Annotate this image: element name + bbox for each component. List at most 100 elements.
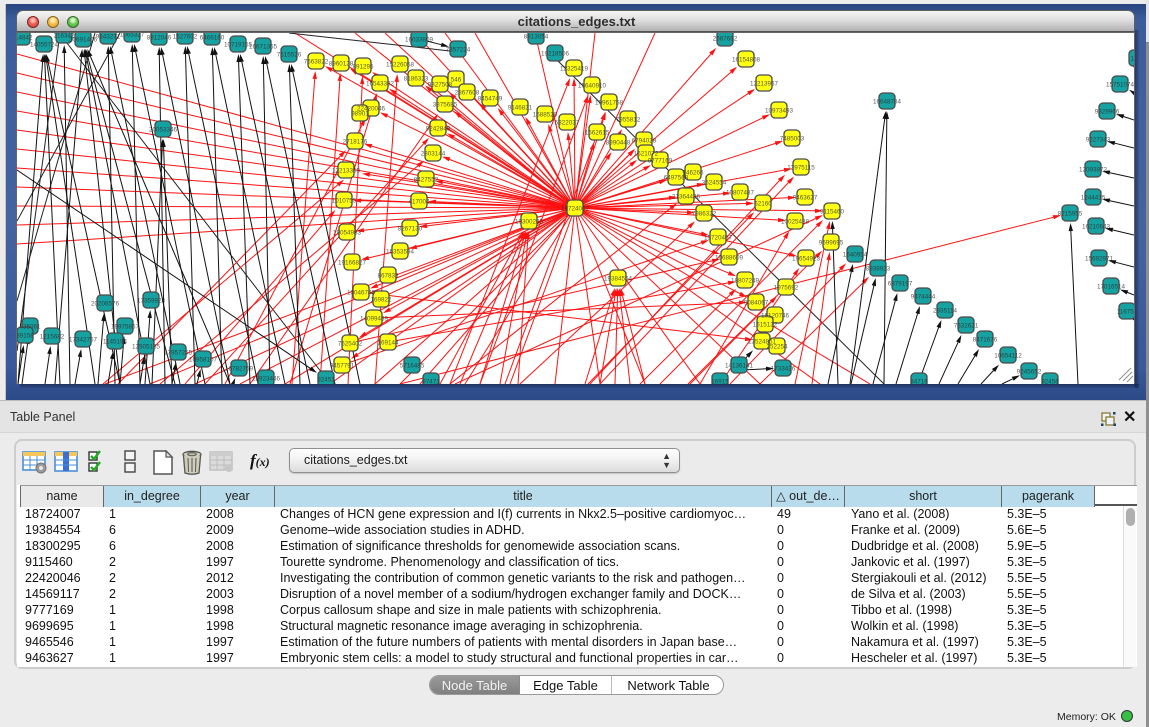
svg-text:1562615: 1562615 xyxy=(585,130,610,137)
svg-text:3624554: 3624554 xyxy=(702,180,727,187)
svg-text:12505135: 12505135 xyxy=(132,344,161,351)
svg-text:9643271: 9643271 xyxy=(96,34,121,41)
svg-text:1621072: 1621072 xyxy=(634,151,659,158)
svg-text:16120746: 16120746 xyxy=(761,313,790,320)
svg-text:169822: 169822 xyxy=(370,297,392,304)
svg-text:10973493: 10973493 xyxy=(765,108,794,115)
svg-text:2803144: 2803144 xyxy=(421,151,446,158)
svg-text:8471676: 8471676 xyxy=(973,337,998,344)
svg-text:8267130: 8267130 xyxy=(398,226,423,233)
svg-text:20206576: 20206576 xyxy=(91,301,120,308)
svg-text:8186323: 8186323 xyxy=(404,76,429,83)
svg-text:1527602: 1527602 xyxy=(173,34,198,41)
svg-text:16353594: 16353594 xyxy=(386,249,415,256)
svg-text:9245652: 9245652 xyxy=(1017,369,1042,376)
svg-text:62160: 62160 xyxy=(754,201,772,208)
svg-text:8813054: 8813054 xyxy=(524,34,549,41)
svg-text:12213369: 12213369 xyxy=(332,168,361,175)
svg-text:891295: 891295 xyxy=(352,64,374,71)
svg-text:14055724: 14055724 xyxy=(30,42,59,49)
svg-text:5322037: 5322037 xyxy=(555,120,580,127)
svg-text:19300295: 19300295 xyxy=(515,219,544,226)
svg-text:17342757: 17342757 xyxy=(69,337,98,344)
svg-text:1733426: 1733426 xyxy=(771,366,796,373)
svg-text:867833: 867833 xyxy=(377,273,399,280)
svg-text:10046746: 10046746 xyxy=(347,290,376,297)
svg-text:1215682: 1215682 xyxy=(40,334,65,341)
svg-text:546: 546 xyxy=(451,77,462,84)
svg-text:6794028: 6794028 xyxy=(632,138,657,145)
svg-text:9457791: 9457791 xyxy=(330,363,355,370)
svg-text:12923446: 12923446 xyxy=(252,376,281,383)
svg-text:2867608: 2867608 xyxy=(455,90,480,97)
svg-text:18807249: 18807249 xyxy=(731,278,760,285)
svg-text:16033809: 16033809 xyxy=(405,37,434,44)
svg-text:7632621: 7632621 xyxy=(954,323,979,330)
svg-text:8427552: 8427552 xyxy=(414,177,439,184)
svg-text:7625402: 7625402 xyxy=(338,341,363,348)
svg-text:1640954: 1640954 xyxy=(843,252,868,259)
svg-text:20691406: 20691406 xyxy=(69,37,98,44)
svg-text:169144: 169144 xyxy=(377,340,399,347)
svg-text:15226058: 15226058 xyxy=(386,62,415,69)
svg-text:1588520: 1588520 xyxy=(533,112,558,119)
svg-text:9327508: 9327508 xyxy=(428,82,453,89)
svg-text:19218506: 19218506 xyxy=(541,51,570,58)
svg-text:9115460: 9115460 xyxy=(820,209,845,216)
svg-text:15692971: 15692971 xyxy=(1085,256,1114,263)
svg-text:746266: 746266 xyxy=(682,170,704,177)
svg-text:5716485: 5716485 xyxy=(400,363,425,370)
svg-text:8215955: 8215955 xyxy=(1058,211,1083,218)
svg-text:8990448: 8990448 xyxy=(606,140,631,147)
svg-text:10807487: 10807487 xyxy=(726,190,755,197)
svg-text:92451: 92451 xyxy=(317,377,335,384)
svg-text:16671355: 16671355 xyxy=(249,44,278,51)
svg-text:10958107: 10958107 xyxy=(189,357,218,364)
svg-text:8960128: 8960128 xyxy=(329,61,354,68)
svg-text:417004: 417004 xyxy=(408,199,430,206)
svg-text:252254: 252254 xyxy=(766,344,788,351)
svg-text:9242848: 9242848 xyxy=(426,126,451,133)
svg-text:16543382: 16543382 xyxy=(366,81,395,88)
svg-text:19166827: 19166827 xyxy=(338,260,367,267)
svg-text:9463627: 9463627 xyxy=(793,195,818,202)
svg-text:1145194: 1145194 xyxy=(103,339,128,346)
svg-text:1975692: 1975692 xyxy=(774,285,799,292)
svg-text:21364436: 21364436 xyxy=(672,194,701,201)
svg-text:116753: 116753 xyxy=(1117,309,1134,316)
svg-text:16210643: 16210643 xyxy=(1082,224,1111,231)
svg-text:18724007: 18724007 xyxy=(561,206,590,213)
svg-text:7357224: 7357224 xyxy=(446,47,471,54)
svg-text:7986322: 7986322 xyxy=(692,211,717,218)
svg-text:214842: 214842 xyxy=(17,35,33,42)
svg-text:1112: 1112 xyxy=(1130,56,1134,63)
svg-text:1010755: 1010755 xyxy=(332,198,357,205)
svg-text:6879197: 6879197 xyxy=(888,281,913,288)
svg-text:19654923: 19654923 xyxy=(792,256,821,263)
svg-text:2687682: 2687682 xyxy=(713,36,738,43)
svg-text:9146821: 9146821 xyxy=(508,105,533,112)
svg-text:12325419: 12325419 xyxy=(560,66,589,73)
svg-text:8812046: 8812046 xyxy=(147,35,172,42)
svg-text:16782759: 16782759 xyxy=(225,366,254,373)
svg-text:7663822: 7663822 xyxy=(304,59,329,66)
svg-text:20053346: 20053346 xyxy=(149,127,178,134)
svg-text:2718176: 2718176 xyxy=(343,139,368,146)
svg-text:15751074: 15751074 xyxy=(1106,82,1134,89)
svg-text:9777169: 9777169 xyxy=(648,158,673,165)
svg-text:39158: 39158 xyxy=(17,333,34,340)
svg-text:98901: 98901 xyxy=(351,111,369,118)
svg-text:435061: 435061 xyxy=(19,324,41,331)
svg-text:15720407: 15720407 xyxy=(704,235,733,242)
svg-text:14136141: 14136141 xyxy=(725,363,754,370)
svg-text:9474444: 9474444 xyxy=(911,294,936,301)
svg-text:19054983: 19054983 xyxy=(333,230,362,237)
svg-text:10961758: 10961758 xyxy=(595,100,624,107)
svg-text:17359928: 17359928 xyxy=(137,298,166,305)
svg-text:14099489: 14099489 xyxy=(360,316,389,323)
svg-text:6466160: 6466160 xyxy=(200,35,225,42)
svg-text:12975115: 12975115 xyxy=(787,165,815,172)
svg-text:9329966: 9329966 xyxy=(1095,109,1120,116)
svg-text:12093872: 12093872 xyxy=(1079,167,1108,174)
svg-text:8454749: 8454749 xyxy=(478,96,503,103)
